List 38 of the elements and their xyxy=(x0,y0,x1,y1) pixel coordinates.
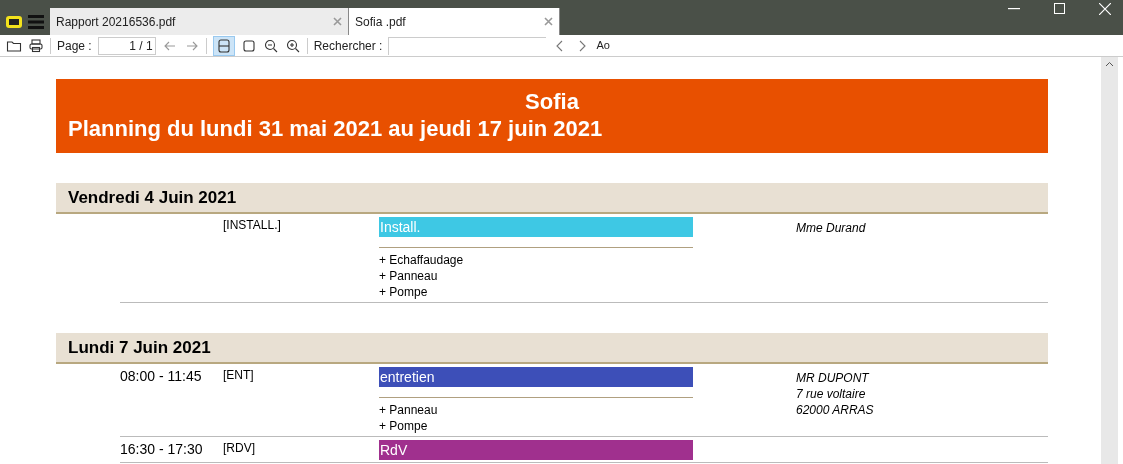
search-label: Rechercher : xyxy=(313,37,383,55)
day-header: Vendredi 4 Juin 2021 xyxy=(56,183,1048,214)
event-code: [RDV] xyxy=(223,440,256,457)
time-range: 08:00 - 11:45 xyxy=(120,367,203,386)
event-code: [ENT] xyxy=(223,367,255,384)
fit-width-button[interactable] xyxy=(212,35,235,56)
print-icon[interactable] xyxy=(28,37,44,54)
scroll-up-icon[interactable] xyxy=(1105,61,1114,67)
document-subtitle: Planning du lundi 31 mai 2021 au jeudi 17 juin 2021 xyxy=(68,115,604,143)
search-field[interactable] xyxy=(388,36,547,55)
client-line: 7 rue voltaire xyxy=(796,386,867,402)
event-label: RdV xyxy=(379,440,693,460)
equipment-item: + Panneau xyxy=(379,402,439,418)
client-line: 62000 ARRAS xyxy=(796,402,874,418)
time-range: 16:30 - 17:30 xyxy=(120,440,204,459)
scrollbar[interactable] xyxy=(1101,57,1118,464)
client-line: Mme Durand xyxy=(796,220,866,236)
equipment-item: + Panneau xyxy=(379,268,439,284)
document-title: Sofia xyxy=(524,89,580,115)
fit-page-icon[interactable] xyxy=(240,37,257,54)
client-line: MR DUPONT xyxy=(796,370,871,386)
pdf-logo-icon[interactable] xyxy=(6,15,22,28)
day-header: Lundi 7 Juin 2021 xyxy=(56,333,1048,364)
page-field[interactable]: 1 / 1 xyxy=(97,36,156,55)
equipment-item: + Pompe xyxy=(379,418,429,434)
page-label: Page : xyxy=(57,37,92,55)
minimize-icon[interactable] xyxy=(1008,7,1020,10)
zoom-in-icon[interactable] xyxy=(284,37,301,54)
zoom-out-icon[interactable] xyxy=(262,37,279,54)
document-tab[interactable]: Sofia .pdf xyxy=(349,8,560,35)
event-label: Install. xyxy=(379,217,693,237)
equipment-item: + Echaffaudage xyxy=(379,252,465,268)
event-label: entretien xyxy=(379,367,693,387)
document-tab[interactable]: Rapport 20216536.pdf xyxy=(50,8,349,35)
event-code: [INSTALL.] xyxy=(223,217,282,234)
match-case-button[interactable]: Ao xyxy=(596,37,610,54)
equipment-item: + Pompe xyxy=(379,284,429,300)
maximize-icon[interactable] xyxy=(1054,3,1065,14)
